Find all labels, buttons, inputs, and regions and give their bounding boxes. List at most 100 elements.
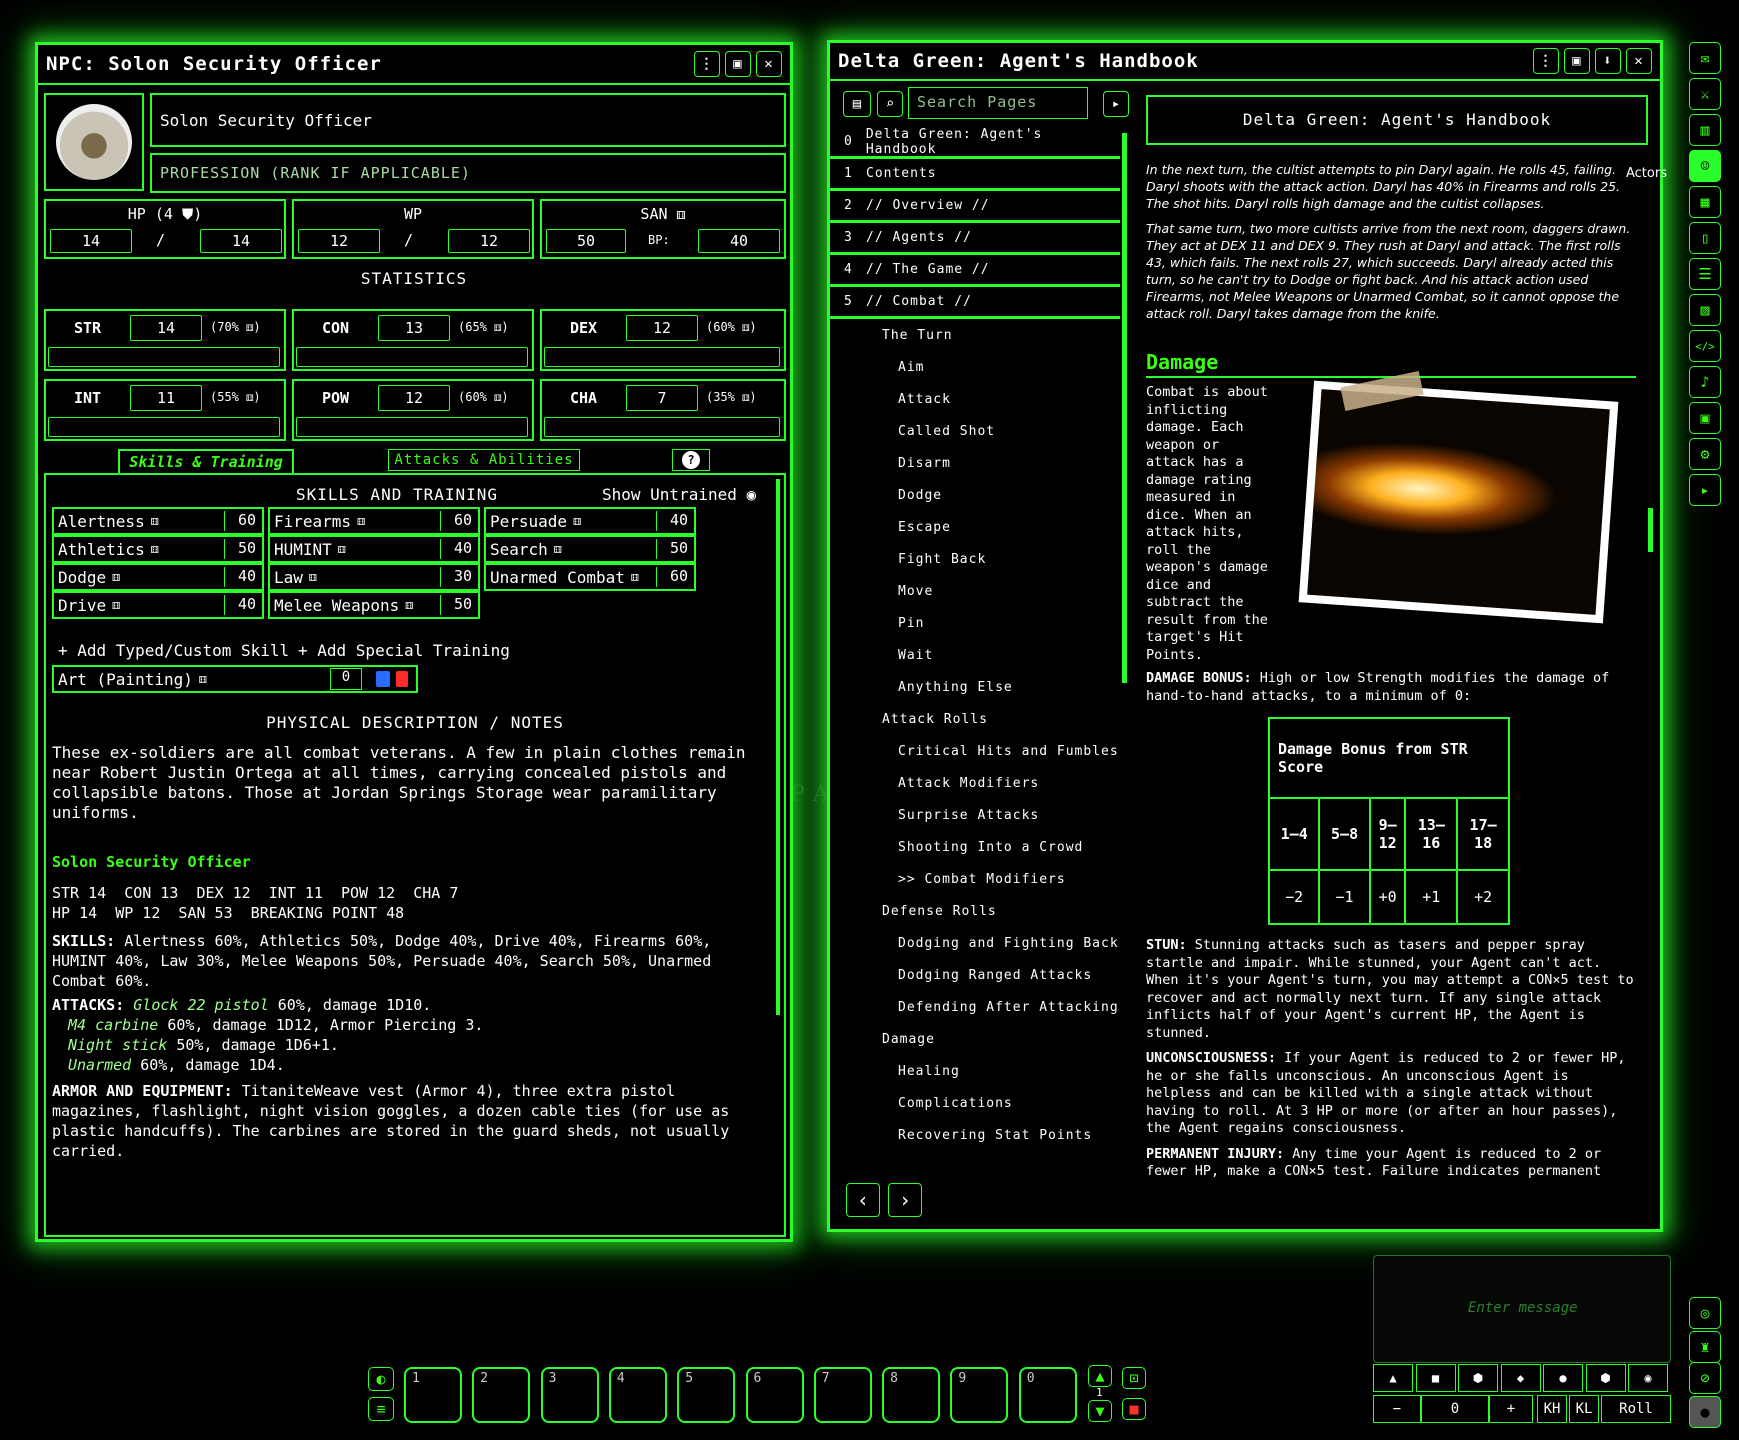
stat-notes-field[interactable] — [296, 417, 528, 437]
roll-d6-icon[interactable]: ■ — [1415, 1364, 1456, 1392]
toc-subentry[interactable]: Wait — [830, 639, 1120, 671]
edit-icon[interactable] — [376, 671, 390, 687]
chat-export-icon[interactable]: ◎ — [1689, 1297, 1721, 1329]
wp-value[interactable]: 12 — [298, 229, 380, 253]
toc-subentry[interactable]: Damage — [830, 1023, 1120, 1055]
skill-row[interactable]: Unarmed Combat ⚅ 60 — [484, 563, 696, 591]
tab-skills-training[interactable]: Skills & Training — [118, 449, 294, 473]
toc-subentry[interactable]: Defending After Attacking — [830, 991, 1120, 1023]
handbook-titlebar[interactable]: Delta Green: Agent's Handbook ⋮ ▣ ⬇ ✕ — [830, 43, 1660, 81]
user-icon[interactable]: ● — [1689, 1396, 1721, 1428]
stat-notes-field[interactable] — [296, 347, 528, 367]
skill-row[interactable]: Melee Weapons ⚅ 50 — [268, 591, 480, 619]
weapon-name[interactable]: Glock 22 pistol — [133, 996, 268, 1014]
dice-icon[interactable]: ⚅ — [554, 542, 562, 557]
playlists-icon[interactable]: ♪ — [1689, 366, 1721, 398]
portrait-frame[interactable] — [44, 93, 144, 191]
compendium-icon[interactable]: ▣ — [1689, 402, 1721, 434]
profession-field[interactable]: PROFESSION (RANK IF APPLICABLE) — [150, 153, 786, 193]
hp-value[interactable]: 14 — [50, 229, 132, 253]
stat-value[interactable]: 14 — [130, 315, 202, 341]
dice-icon[interactable]: ⚅) — [735, 320, 756, 334]
actors-icon[interactable]: ☺ — [1689, 150, 1721, 182]
toggle-sidebar-icon[interactable]: ▤ — [843, 91, 871, 117]
skill-value[interactable]: 50 — [224, 539, 258, 559]
stat-value[interactable]: 7 — [626, 385, 698, 411]
skill-row[interactable]: Alertness ⚅ 60 — [52, 507, 264, 535]
settings-icon[interactable]: ⚙ — [1689, 438, 1721, 470]
skill-row[interactable]: Athletics ⚅ 50 — [52, 535, 264, 563]
dice-icon[interactable]: ⚅) — [487, 390, 508, 404]
dice-icon[interactable]: ⚅ — [112, 570, 120, 585]
tables-icon[interactable]: ☰ — [1689, 258, 1721, 290]
hotbar-slot-6[interactable]: 6 — [745, 1367, 804, 1423]
typed-skill-row[interactable]: Art (Painting) ⚅ 0 — [52, 665, 418, 693]
dice-icon[interactable]: ⚅ — [151, 514, 159, 529]
next-page-button[interactable]: › — [888, 1183, 922, 1217]
skill-value[interactable]: 40 — [224, 595, 258, 615]
hotbar-slot-8[interactable]: 8 — [882, 1367, 941, 1423]
dice-icon[interactable]: ⚅ — [677, 205, 686, 223]
skill-value[interactable]: 30 — [440, 567, 474, 587]
toc-subentry[interactable]: Called Shot — [830, 415, 1120, 447]
dice-count-value[interactable]: 0 — [1421, 1395, 1489, 1423]
name-field[interactable]: Solon Security Officer — [150, 93, 786, 147]
collapse-icon[interactable]: ▸ — [1689, 474, 1721, 506]
close-icon[interactable]: ✕ — [756, 51, 782, 77]
close-icon[interactable]: ✕ — [1626, 48, 1652, 74]
weapon-name[interactable]: M4 carbine — [68, 1016, 158, 1034]
weapon-name[interactable]: Night stick — [68, 1036, 167, 1054]
toc-subentry[interactable]: Pin — [830, 607, 1120, 639]
dice-icon[interactable]: ⚅ — [357, 514, 365, 529]
stat-notes-field[interactable] — [48, 417, 280, 437]
tab-help[interactable]: ? — [672, 449, 710, 471]
dice-icon[interactable]: ⚅ — [112, 598, 120, 613]
skill-row[interactable]: Persuade ⚅ 40 — [484, 507, 696, 535]
toc-subentry[interactable]: Complications — [830, 1087, 1120, 1119]
skill-row[interactable]: Search ⚅ 50 — [484, 535, 696, 563]
dice-icon[interactable]: ⚅ — [199, 672, 207, 687]
download-icon[interactable]: ⬇ — [1595, 48, 1621, 74]
roll-button[interactable]: Roll — [1601, 1395, 1671, 1423]
sheet-config-icon[interactable]: ▣ — [1564, 48, 1590, 74]
dice-icon[interactable]: ⚅) — [239, 320, 260, 334]
skill-value[interactable]: 60 — [656, 567, 690, 587]
toc-entry[interactable]: 5 // Combat // — [830, 287, 1120, 319]
skill-value[interactable]: 60 — [224, 511, 258, 531]
menu-icon[interactable]: ⋮ — [694, 51, 720, 77]
stat-value[interactable]: 11 — [130, 385, 202, 411]
toc-subentry[interactable]: Aim — [830, 351, 1120, 383]
dice-icon[interactable]: ⚅ — [405, 598, 413, 613]
skill-row[interactable]: Drive ⚅ 40 — [52, 591, 264, 619]
content-scrollbar[interactable] — [1648, 508, 1653, 552]
toc-entry[interactable]: 4 // The Game // — [830, 255, 1120, 287]
show-untrained-toggle[interactable]: Show Untrained ◉ — [602, 485, 756, 504]
weapon-name[interactable]: Unarmed — [68, 1056, 131, 1074]
macro-toggle-icon[interactable]: ◐ — [368, 1367, 394, 1391]
delete-icon[interactable] — [396, 671, 408, 687]
toc-entry[interactable]: 3 // Agents // — [830, 223, 1120, 255]
hidden-eye-icon[interactable]: ⊘ — [1689, 1362, 1721, 1394]
chat-delete-icon[interactable]: ♜ — [1689, 1331, 1721, 1363]
dice-minus-button[interactable]: − — [1373, 1395, 1421, 1423]
toc-subentry[interactable]: Escape — [830, 511, 1120, 543]
hotbar-slot-3[interactable]: 3 — [540, 1367, 599, 1423]
hotbar-slot-0[interactable]: 0 — [1018, 1367, 1077, 1423]
roll-d100-icon[interactable]: ◉ — [1628, 1364, 1668, 1392]
toc-subentry[interactable]: Dodging and Fighting Back — [830, 927, 1120, 959]
toc-subentry[interactable]: Fight Back — [830, 543, 1120, 575]
dice-icon[interactable]: ⚅) — [239, 390, 260, 404]
hotbar-up-icon[interactable]: ▲ — [1088, 1365, 1112, 1387]
toc-subentry[interactable]: Defense Rolls — [830, 895, 1120, 927]
hotbar-slot-5[interactable]: 5 — [677, 1367, 736, 1423]
toc-scrollbar[interactable] — [1122, 133, 1127, 683]
search-input[interactable]: Search Pages — [908, 87, 1088, 119]
toc-subentry[interactable]: Attack Modifiers — [830, 767, 1120, 799]
hp-max[interactable]: 14 — [200, 229, 282, 253]
prev-page-button[interactable]: ‹ — [846, 1183, 880, 1217]
keep-lowest-button[interactable]: KL — [1569, 1395, 1599, 1423]
hotbar-slot-7[interactable]: 7 — [813, 1367, 872, 1423]
add-typed-skill-button[interactable]: + Add Typed/Custom Skill — [58, 641, 289, 660]
hotbar-slot-9[interactable]: 9 — [950, 1367, 1009, 1423]
dice-icon[interactable]: ⚅ — [631, 570, 639, 585]
